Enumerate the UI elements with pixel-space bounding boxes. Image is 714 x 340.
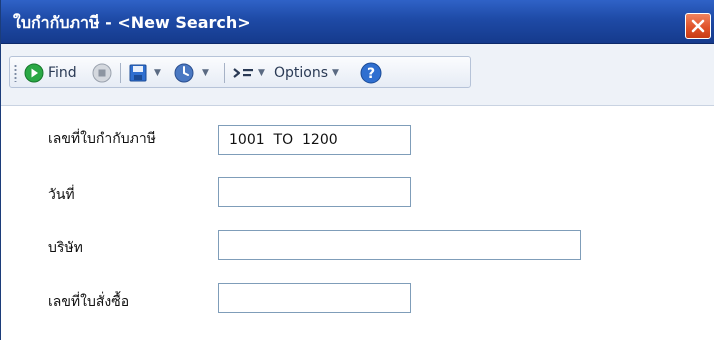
purchase-order-input[interactable]: [218, 283, 411, 313]
toolbar-area: Find ▼ ▼ ▼ Options ▼ ?: [1, 44, 714, 106]
window-title: ใบกำกับภาษี - <New Search>: [13, 13, 251, 32]
save-button[interactable]: ▼: [128, 62, 161, 84]
options-menu[interactable]: Options ▼: [274, 62, 339, 84]
toolbar-separator: [224, 63, 225, 83]
toolstrip: Find ▼ ▼ ▼ Options ▼ ?: [9, 56, 471, 88]
stop-icon: [92, 63, 112, 83]
filter-icon: [233, 68, 253, 78]
field-label-date: วันที่: [48, 187, 75, 203]
invoice-number-input[interactable]: 1001 TO 1200: [218, 125, 411, 155]
chevron-down-icon[interactable]: ▼: [258, 68, 265, 78]
chevron-down-icon[interactable]: ▼: [154, 68, 161, 78]
filter-button[interactable]: ▼: [232, 62, 265, 84]
help-icon: ?: [360, 62, 382, 84]
options-label: Options: [274, 65, 329, 81]
company-input[interactable]: [218, 230, 581, 260]
close-button[interactable]: [685, 13, 711, 39]
toolbar-grip[interactable]: [14, 64, 17, 82]
history-button[interactable]: ▼: [174, 62, 209, 84]
save-icon: [129, 64, 147, 82]
find-icon: [24, 63, 44, 83]
title-bar[interactable]: ใบกำกับภาษี - <New Search>: [1, 0, 714, 44]
chevron-down-icon: ▼: [332, 68, 339, 78]
field-label-po-number: เลขที่ใบสั่งซื้อ: [48, 294, 130, 310]
svg-text:?: ?: [367, 66, 375, 82]
find-button[interactable]: Find: [24, 62, 77, 84]
chevron-down-icon[interactable]: ▼: [202, 68, 209, 78]
find-label: Find: [48, 65, 77, 81]
dialog-window: ใบกำกับภาษี - <New Search> Find ▼ ▼ ▼ Op…: [0, 0, 714, 340]
close-icon: [691, 19, 705, 33]
search-form: เลขที่ใบกำกับภาษี 1001 TO 1200 วันที่ บร…: [1, 106, 714, 340]
field-label-invoice-no: เลขที่ใบกำกับภาษี: [48, 131, 156, 147]
history-icon: [174, 63, 194, 83]
date-input[interactable]: [218, 177, 411, 207]
toolbar-separator: [120, 63, 121, 83]
help-button[interactable]: ?: [360, 62, 382, 84]
stop-button[interactable]: [92, 62, 112, 84]
field-label-company: บริษัท: [48, 240, 83, 256]
